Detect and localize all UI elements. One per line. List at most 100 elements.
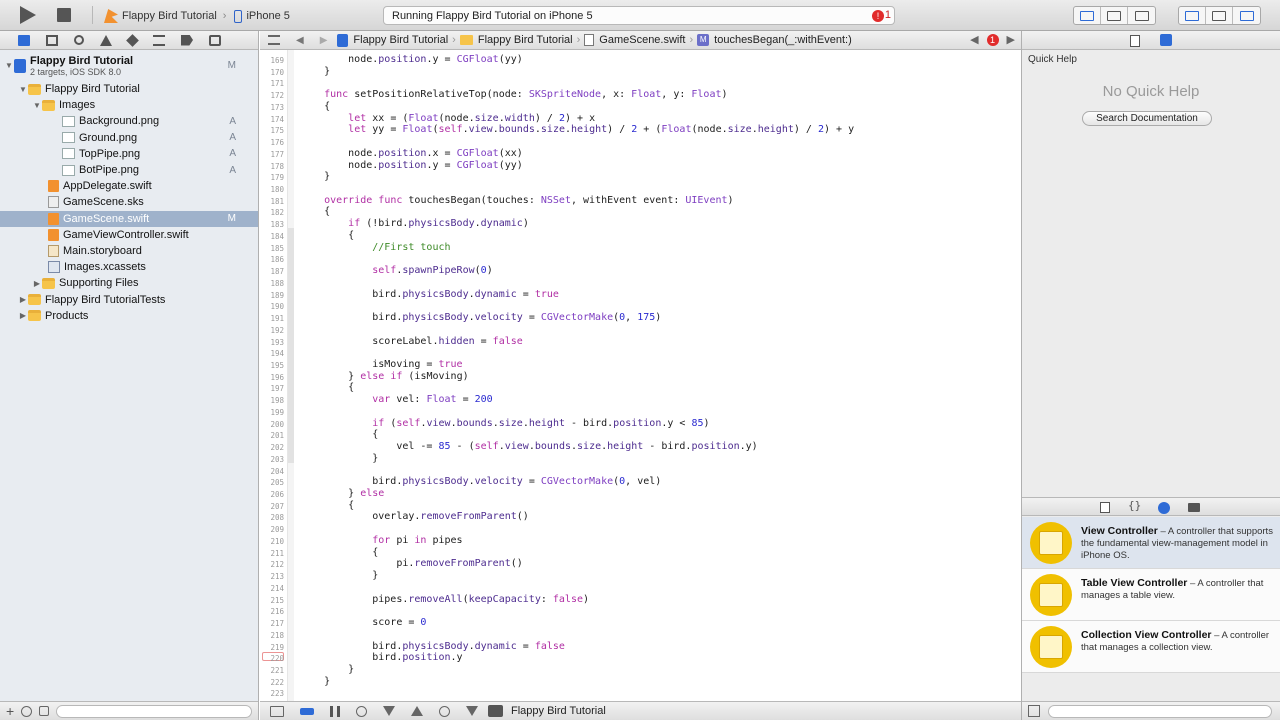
code-line[interactable]: var vel: Float = 200 [300,394,492,406]
code-line[interactable]: node.position.x = CGFloat(xx) [300,148,523,160]
code-line[interactable]: { [300,206,330,218]
tree-row-toppipe-png[interactable]: TopPipe.png A [0,146,258,162]
debug-navigator-icon[interactable] [153,34,165,46]
navigator-filter-field[interactable] [56,704,252,718]
tree-row-flappy-bird-group[interactable]: ▼ Flappy Bird Tutorial [0,81,258,97]
code-line[interactable]: node.position.y = CGFloat(yy) [300,54,523,66]
code-line[interactable]: if (self.view.bounds.size.height - bird.… [300,418,709,430]
issue-navigator-icon[interactable] [100,34,112,46]
code-line[interactable]: bird.position.y [300,652,462,664]
code-line[interactable]: } [300,570,378,582]
activity-viewer[interactable]: Running Flappy Bird Tutorial on iPhone 5… [383,6,895,25]
breakpoint-navigator-icon[interactable] [181,34,193,46]
code-line[interactable]: node.position.y = CGFloat(yy) [300,160,523,172]
library-item-collection-view-controller[interactable]: Collection View Controller – A controlle… [1022,621,1280,673]
disclosure-icon[interactable]: ▶ [18,311,28,320]
code-line[interactable]: overlay.removeFromParent() [300,511,529,523]
code-line[interactable]: } else [300,488,384,500]
symbol-navigator-icon[interactable] [46,34,58,46]
code-line[interactable] [300,183,324,195]
forward-arrow-icon[interactable]: ▶ [320,35,328,46]
version-editor-icon[interactable] [1128,7,1155,24]
code-line[interactable]: { [300,230,354,242]
tree-row-main-storyboard[interactable]: Main.storyboard [0,243,258,259]
code-line[interactable] [300,347,372,359]
code-line[interactable] [300,465,372,477]
code-line[interactable] [300,629,372,641]
code-line[interactable] [300,582,372,594]
file-template-library-icon[interactable] [1100,502,1110,513]
tree-row-gameviewcontroller[interactable]: GameViewController.swift [0,227,258,243]
code-line[interactable]: for pi in pipes [300,535,462,547]
code-line[interactable]: } else if (isMoving) [300,371,468,383]
code-line[interactable]: override func touchesBegan(touches: NSSe… [300,195,733,207]
step-out-icon[interactable] [411,706,423,716]
quick-help-inspector-icon[interactable] [1160,34,1172,46]
scm-filter-icon[interactable] [39,706,50,716]
tree-row-gamescene-sks[interactable]: GameScene.sks [0,194,258,210]
code-line[interactable] [300,253,372,265]
code-line[interactable]: let yy = Float(self.view.bounds.size.hei… [300,124,854,136]
view-debugging-icon[interactable] [439,705,450,717]
code-line[interactable] [300,324,372,336]
code-line[interactable]: pi.removeFromParent() [300,558,522,570]
tree-row-images-xcassets[interactable]: Images.xcassets [0,259,258,275]
breakpoints-toggle-icon[interactable] [300,707,314,715]
code-line[interactable]: { [300,500,354,512]
object-library-icon[interactable] [1158,502,1170,514]
code-line[interactable]: func setPositionRelativeTop(node: SKSpri… [300,89,727,101]
code-line[interactable]: { [300,429,378,441]
code-line[interactable]: } [300,676,330,688]
assistant-editor-icon[interactable] [1101,7,1128,24]
tree-row-gamescene-swift[interactable]: GameScene.swift M [0,210,258,227]
jumpbar-project[interactable]: Flappy Bird Tutorial [353,34,448,46]
scheme-selector[interactable]: Flappy Bird Tutorial › iPhone 5 [104,8,290,24]
grid-view-icon[interactable] [1028,705,1040,717]
media-library-icon[interactable] [1188,503,1200,512]
step-into-icon[interactable] [383,706,395,716]
code-snippet-library-icon[interactable]: {} [1128,499,1141,512]
library-item-table-view-controller[interactable]: Table View Controller – A controller tha… [1022,569,1280,621]
code-line[interactable]: vel -= 85 - (self.view.bounds.size.heigh… [300,441,757,453]
disclosure-icon[interactable]: ▼ [18,85,28,94]
library-item-view-controller[interactable]: View Controller – A controller that supp… [1022,517,1280,569]
code-line[interactable] [300,687,324,699]
code-line[interactable]: let xx = (Float(node.size.width) / 2) + … [300,113,595,125]
code-line[interactable]: bird.physicsBody.dynamic = true [300,289,559,301]
pause-icon[interactable] [330,705,340,717]
code-line[interactable]: isMoving = true [300,359,462,371]
code-line[interactable]: //First touch [300,242,450,254]
tree-row-products[interactable]: ▶ Products [0,308,258,324]
code-line[interactable]: bird.physicsBody.velocity = CGVectorMake… [300,476,661,488]
tree-row-botpipe-png[interactable]: BotPipe.png A [0,162,258,178]
jumpbar-group[interactable]: Flappy Bird Tutorial [478,34,573,46]
jumpbar-method[interactable]: touchesBegan(_:withEvent:) [714,34,852,46]
tree-row-appdelegate[interactable]: AppDelegate.swift [0,178,258,194]
disclosure-icon[interactable]: ▼ [32,101,42,110]
standard-editor-icon[interactable] [1074,7,1101,24]
file-inspector-icon[interactable] [1130,35,1140,47]
hide-debug-area-icon[interactable] [270,705,284,717]
navigator-toggle-icon[interactable] [1179,7,1206,24]
run-icon[interactable] [20,6,36,24]
debug-area-toggle-icon[interactable] [1206,7,1233,24]
test-navigator-icon[interactable] [126,33,139,47]
library-filter-field[interactable] [1048,704,1272,718]
tree-row-supporting-files[interactable]: ▶ Supporting Files [0,275,258,291]
code-line[interactable]: } [300,453,378,465]
disclosure-icon[interactable]: ▶ [32,279,42,288]
code-line[interactable] [300,136,348,148]
step-over-icon[interactable] [356,705,367,717]
code-line[interactable]: bird.physicsBody.velocity = CGVectorMake… [300,312,661,324]
code-line[interactable]: { [300,547,378,559]
previous-issue-icon[interactable]: ◀ [970,33,978,46]
stop-icon[interactable] [57,8,71,22]
search-icon[interactable] [74,35,84,45]
error-count-badge[interactable]: 1 [986,33,999,46]
code-line[interactable] [300,406,372,418]
code-line[interactable] [300,77,324,89]
code-line[interactable] [300,605,372,617]
code-line[interactable]: { [300,101,330,113]
tree-row-tests[interactable]: ▶ Flappy Bird TutorialTests [0,291,258,307]
code-line[interactable]: } [300,664,354,676]
